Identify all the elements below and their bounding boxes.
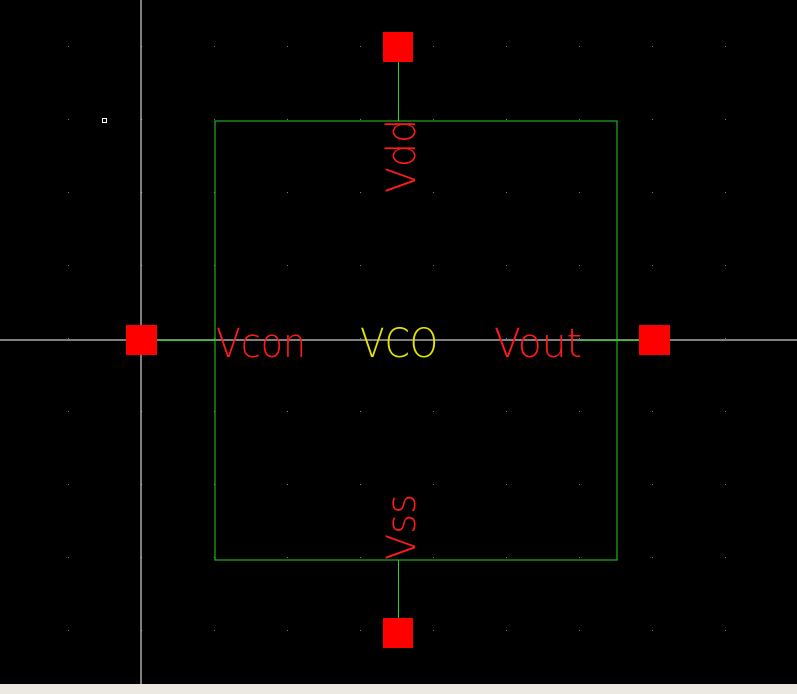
grid-dot	[68, 192, 69, 193]
grid-dot	[652, 46, 653, 47]
grid-dot	[725, 411, 726, 412]
grid-dot	[579, 192, 580, 193]
grid-dot	[433, 46, 434, 47]
grid-dot	[506, 119, 507, 120]
grid-dot	[287, 46, 288, 47]
grid-dot	[506, 484, 507, 485]
grid-dot	[68, 338, 69, 339]
grid-dot	[214, 119, 215, 120]
grid-dot	[433, 119, 434, 120]
pin-label-vout: Vout	[494, 321, 582, 367]
instance-label-vco: VCO	[360, 321, 438, 367]
grid-dot	[725, 46, 726, 47]
grid-dot	[287, 484, 288, 485]
grid-dot	[433, 192, 434, 193]
grid-dot	[652, 484, 653, 485]
grid-dot	[68, 557, 69, 558]
grid-dot	[287, 557, 288, 558]
grid-dot	[68, 411, 69, 412]
grid-dot	[506, 630, 507, 631]
grid-dot	[652, 265, 653, 266]
grid-dot	[579, 411, 580, 412]
schematic-canvas[interactable]: Vcon VCO Vout Vdd Vss	[0, 0, 797, 684]
status-bar	[0, 684, 797, 694]
grid-dot	[214, 630, 215, 631]
grid-dot	[360, 411, 361, 412]
grid-dot	[506, 46, 507, 47]
grid-dot	[725, 192, 726, 193]
grid-dot	[360, 119, 361, 120]
grid-dot	[506, 265, 507, 266]
grid-dot	[652, 557, 653, 558]
grid-dot	[360, 557, 361, 558]
vdd-pin-marker[interactable]	[383, 32, 413, 62]
grid-dot	[652, 411, 653, 412]
pin-label-vcon: Vcon	[216, 321, 306, 367]
grid-dot	[725, 265, 726, 266]
grid-dot	[579, 630, 580, 631]
pin-label-vss: Vss	[379, 494, 425, 560]
grid-dot	[725, 338, 726, 339]
grid-dot	[287, 411, 288, 412]
grid-dot	[725, 630, 726, 631]
grid-dot	[506, 192, 507, 193]
grid-dot	[214, 46, 215, 47]
grid-dot	[433, 557, 434, 558]
schematic-svg[interactable]: Vcon VCO Vout Vdd Vss	[0, 0, 797, 684]
grid-dot	[287, 192, 288, 193]
grid-dot	[579, 119, 580, 120]
pin-label-vdd: Vdd	[379, 119, 425, 193]
vout-pin-marker[interactable]	[639, 325, 670, 355]
grid-dot	[725, 119, 726, 120]
grid-dot	[360, 630, 361, 631]
vss-pin-marker[interactable]	[383, 618, 413, 648]
grid-dot	[360, 265, 361, 266]
grid-dot	[68, 46, 69, 47]
grid-dot	[433, 411, 434, 412]
grid-dot	[579, 265, 580, 266]
grid-dot	[579, 46, 580, 47]
grid-dot	[433, 265, 434, 266]
grid-dot	[579, 557, 580, 558]
vcon-pin-marker[interactable]	[126, 325, 157, 355]
grid-dot	[506, 557, 507, 558]
grid-dot	[287, 265, 288, 266]
grid-dot	[287, 630, 288, 631]
grid-dot	[725, 557, 726, 558]
grid-dot	[68, 630, 69, 631]
grid-dot	[360, 46, 361, 47]
grid-dot	[652, 192, 653, 193]
grid-dot	[360, 484, 361, 485]
grid-dot	[433, 630, 434, 631]
grid-dot	[579, 484, 580, 485]
grid-dot	[68, 119, 69, 120]
grid-dot	[68, 484, 69, 485]
grid-dot	[287, 119, 288, 120]
grid-dot	[652, 630, 653, 631]
grid-dot	[433, 484, 434, 485]
grid-dot	[652, 119, 653, 120]
grid-dot	[725, 484, 726, 485]
grid-dot	[506, 411, 507, 412]
grid-dot	[68, 265, 69, 266]
grid-dot	[360, 192, 361, 193]
